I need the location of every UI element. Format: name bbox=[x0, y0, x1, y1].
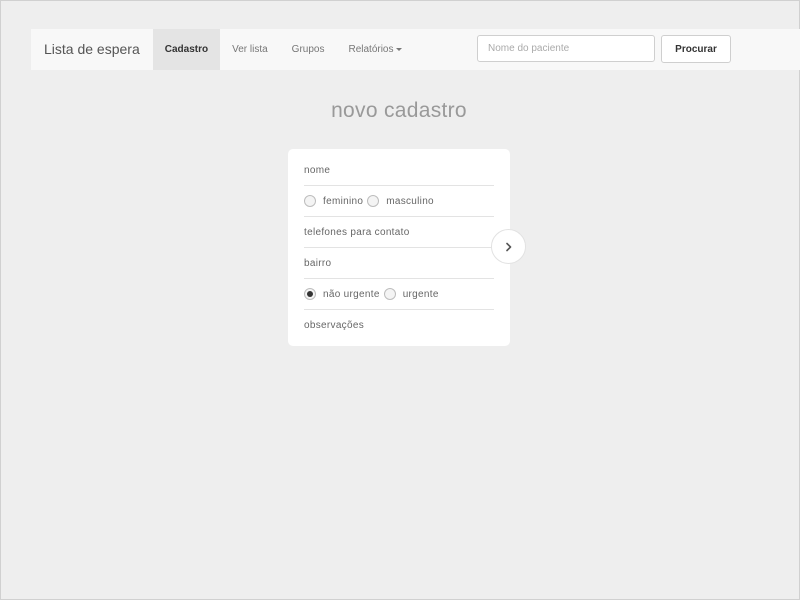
phones-field-placeholder: telefones para contato bbox=[304, 226, 410, 238]
navbar: Lista de espera Cadastro Ver lista Grupo… bbox=[31, 29, 800, 70]
gender-radio-group: feminino masculino bbox=[304, 186, 494, 217]
page: Lista de espera Cadastro Ver lista Grupo… bbox=[0, 0, 800, 600]
radio-urgente[interactable] bbox=[383, 288, 396, 300]
brand-link[interactable]: Lista de espera bbox=[31, 29, 153, 70]
registration-form: nome feminino masculino telefones para c… bbox=[288, 149, 510, 346]
nav-item-relatorios[interactable]: Relatórios bbox=[336, 29, 413, 70]
search-input[interactable] bbox=[477, 35, 655, 62]
nav-item-relatorios-label: Relatórios bbox=[348, 44, 394, 55]
name-field[interactable]: nome bbox=[304, 155, 494, 186]
radio-nao-urgente-label[interactable]: não urgente bbox=[323, 289, 380, 300]
neighborhood-field[interactable]: bairro bbox=[304, 248, 494, 279]
search-button[interactable]: Procurar bbox=[661, 35, 731, 63]
name-field-placeholder: nome bbox=[304, 164, 331, 176]
caret-down-icon bbox=[395, 47, 402, 51]
nav-item-cadastro[interactable]: Cadastro bbox=[152, 29, 221, 70]
radio-masculino[interactable] bbox=[367, 195, 380, 207]
notes-field-placeholder: observações bbox=[304, 319, 364, 331]
neighborhood-field-placeholder: bairro bbox=[304, 257, 332, 269]
chevron-right-icon bbox=[505, 242, 511, 251]
radio-urgente-label[interactable]: urgente bbox=[403, 289, 439, 300]
nav-item-ver-lista[interactable]: Ver lista bbox=[220, 29, 280, 70]
page-title: novo cadastro bbox=[331, 99, 467, 122]
radio-feminino[interactable] bbox=[304, 195, 316, 207]
nav-item-grupos[interactable]: Grupos bbox=[280, 29, 337, 70]
radio-feminino-label[interactable]: feminino bbox=[323, 196, 363, 207]
urgency-radio-group: não urgente urgente bbox=[304, 279, 494, 310]
radio-nao-urgente[interactable] bbox=[304, 288, 316, 300]
phones-field[interactable]: telefones para contato bbox=[304, 217, 494, 248]
next-button[interactable] bbox=[491, 229, 526, 264]
radio-masculino-label[interactable]: masculino bbox=[386, 196, 434, 207]
notes-field[interactable]: observações bbox=[304, 310, 494, 340]
